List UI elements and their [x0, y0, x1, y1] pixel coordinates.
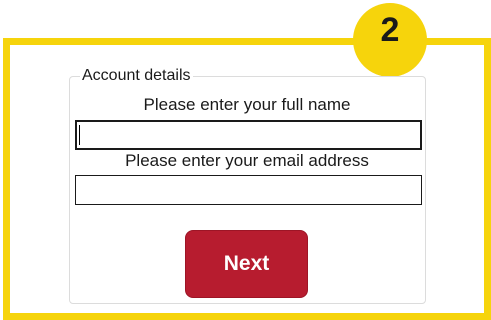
text-caret	[79, 125, 80, 145]
fieldset-legend: Account details	[80, 67, 193, 85]
step-number-badge: 2	[353, 3, 427, 77]
next-button[interactable]: Next	[185, 230, 308, 298]
email-label: Please enter your email address	[125, 151, 369, 170]
full-name-label: Please enter your full name	[143, 95, 351, 114]
step-number: 2	[380, 11, 400, 49]
full-name-input[interactable]	[75, 120, 422, 150]
email-input[interactable]	[75, 175, 422, 205]
